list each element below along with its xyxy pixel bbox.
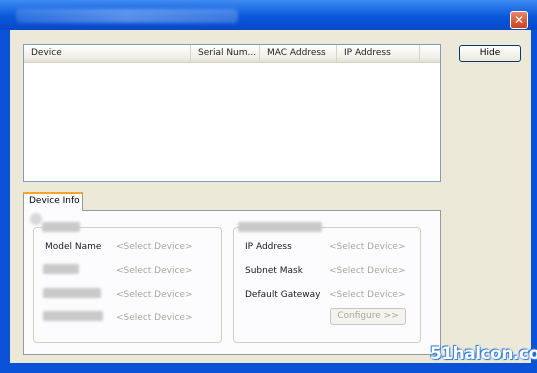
blurred-window-title bbox=[16, 9, 238, 23]
hide-button[interactable]: Hide bbox=[459, 45, 521, 62]
device-list[interactable]: Device Serial Num... MAC Address IP Addr… bbox=[23, 44, 441, 182]
column-serial-number[interactable]: Serial Num... bbox=[191, 45, 260, 62]
blurred-label bbox=[43, 288, 101, 298]
column-device[interactable]: Device bbox=[24, 45, 191, 62]
device-list-header: Device Serial Num... MAC Address IP Addr… bbox=[24, 45, 440, 63]
subnet-mask-value: <Select Device> bbox=[329, 266, 406, 276]
watermark: 51halcon.com bbox=[430, 344, 537, 364]
blurred-content bbox=[30, 213, 42, 225]
row3-value: <Select Device> bbox=[116, 290, 193, 300]
column-ip-address[interactable]: IP Address bbox=[337, 45, 420, 62]
blurred-label bbox=[43, 311, 103, 321]
app-window: ✕ Device Serial Num... MAC Address IP Ad… bbox=[0, 0, 537, 373]
row2-value: <Select Device> bbox=[116, 266, 193, 276]
tab-device-info[interactable]: Device Info bbox=[23, 192, 83, 211]
ip-address-label: IP Address bbox=[245, 242, 292, 252]
model-name-label: Model Name bbox=[45, 242, 102, 252]
blurred-label bbox=[43, 264, 79, 274]
column-mac-address[interactable]: MAC Address bbox=[260, 45, 337, 62]
model-name-value: <Select Device> bbox=[116, 242, 193, 252]
default-gateway-label: Default Gateway bbox=[245, 290, 321, 300]
row4-value: <Select Device> bbox=[116, 313, 193, 323]
device-info-panel: Model Name <Select Device> <Select Devic… bbox=[23, 210, 441, 355]
ip-address-value: <Select Device> bbox=[329, 242, 406, 252]
blurred-group-title bbox=[42, 222, 80, 232]
configure-button[interactable]: Configure >> bbox=[330, 308, 406, 325]
close-button[interactable]: ✕ bbox=[510, 11, 528, 29]
title-bar[interactable]: ✕ bbox=[0, 0, 537, 30]
subnet-mask-label: Subnet Mask bbox=[245, 266, 303, 276]
dialog-body: Device Serial Num... MAC Address IP Addr… bbox=[10, 30, 531, 363]
blurred-group-title bbox=[238, 222, 322, 232]
default-gateway-value: <Select Device> bbox=[329, 290, 406, 300]
close-icon: ✕ bbox=[513, 13, 525, 27]
